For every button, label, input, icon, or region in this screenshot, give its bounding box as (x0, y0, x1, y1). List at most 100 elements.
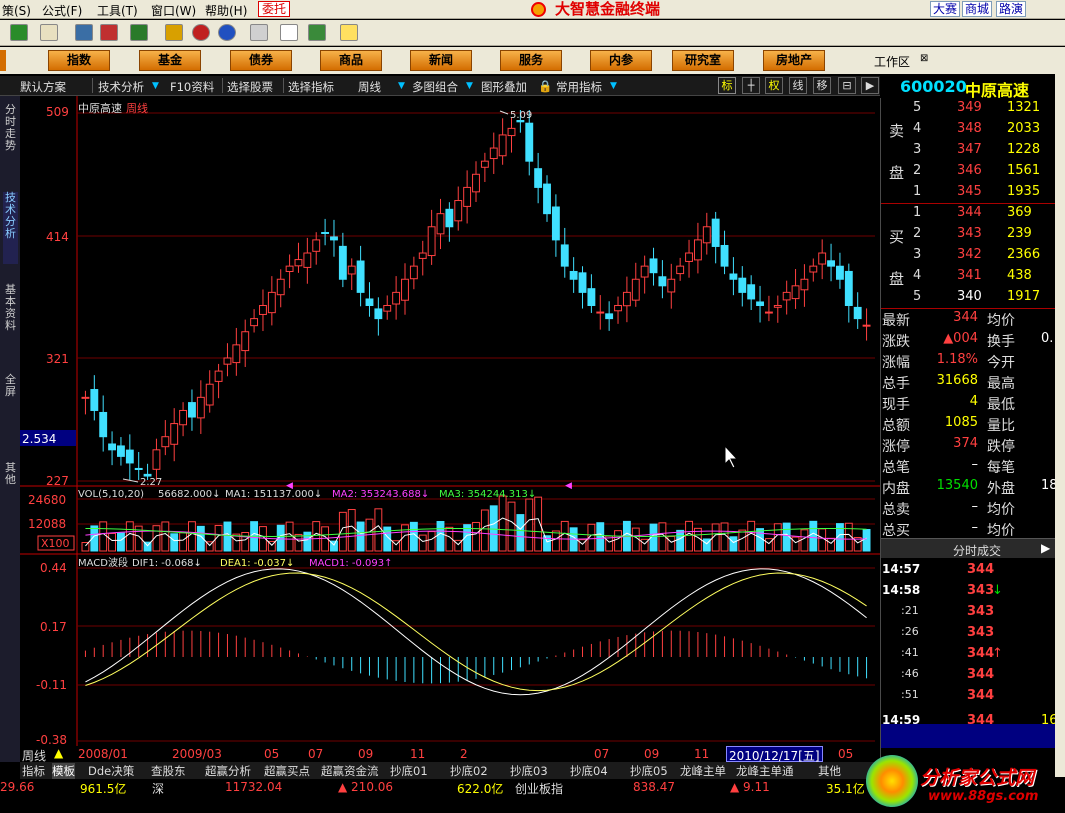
mark-button[interactable]: 标 (718, 77, 736, 94)
tab-longfeng[interactable]: 龙峰主单 (680, 763, 726, 779)
vol-title: VOL(5,10,20) (78, 489, 144, 500)
sell-price: 346 (957, 163, 982, 178)
workspace-close-icon[interactable]: ⊠ (920, 53, 928, 64)
period-up-icon[interactable]: ▲ (54, 746, 63, 760)
tab-bottom03[interactable]: 抄底03 (510, 763, 548, 779)
nav-research[interactable]: 研究室 (672, 50, 734, 71)
tab-super-fundflow[interactable]: 超赢资金流 (321, 763, 379, 779)
window-icon[interactable] (280, 24, 298, 41)
move-button[interactable]: 移 (813, 77, 831, 94)
tab-fullscreen[interactable]: 全屏 (3, 374, 18, 398)
tab-dde[interactable]: Dde决策 (88, 763, 134, 779)
red-circle-icon[interactable] (192, 24, 210, 41)
info-icon[interactable] (218, 24, 236, 41)
volume-bar (862, 529, 871, 552)
nav-bond[interactable]: 债券 (230, 50, 292, 71)
dropdown-arrow-icon[interactable]: ▼ (610, 81, 617, 91)
chart-icon[interactable] (130, 24, 148, 41)
nav-commodity[interactable]: 商品 (320, 50, 382, 71)
app-title: 大智慧金融终端 (555, 0, 661, 18)
nav-fund[interactable]: 基金 (139, 50, 201, 71)
tab-technical[interactable]: 技术分析 (3, 192, 18, 264)
dropdown-arrow-icon[interactable]: ▼ (466, 81, 473, 91)
tab-fundamentals[interactable]: 基本资料 (3, 284, 18, 332)
volume-bar (667, 535, 676, 552)
candle-body (498, 134, 507, 157)
multi-chart-menu[interactable]: 多图组合 (412, 79, 458, 95)
tab-super-buypoint[interactable]: 超赢买点 (264, 763, 310, 779)
tab-bottom04[interactable]: 抄底04 (570, 763, 608, 779)
tab-longfeng-tong[interactable]: 龙峰主单通 (736, 763, 794, 779)
vertical-scrollbar[interactable] (1055, 47, 1065, 777)
divider (283, 78, 284, 93)
mouse-cursor-icon (724, 444, 739, 469)
price-tick: 509 (46, 105, 69, 119)
ticks-expand-icon[interactable]: ▶ (1041, 541, 1050, 555)
candle-body (862, 324, 871, 327)
tab-super-analysis[interactable]: 超赢分析 (205, 763, 251, 779)
nav-service[interactable]: 服务 (500, 50, 562, 71)
kline-chart[interactable]: 中原高速 周线 509 414 321 227 2.534 5.09 2.27 … (20, 96, 880, 762)
overlay-menu[interactable]: 图形叠加 (481, 79, 527, 95)
books-icon[interactable] (308, 24, 326, 41)
menu-window[interactable]: 窗口(W) (151, 2, 196, 19)
stat-label: 总手 (882, 376, 910, 392)
tick-time: 14:58 (882, 583, 921, 597)
menu-help[interactable]: 帮助(H) (205, 2, 247, 19)
ticks-header[interactable]: 分时成交 ▶ (881, 538, 1056, 558)
binoculars-icon[interactable] (75, 24, 93, 41)
mall-button[interactable]: 商城 (962, 1, 993, 17)
tab-other-indicators[interactable]: 其他 (818, 763, 841, 779)
roadshow-button[interactable]: 路演 (996, 1, 1027, 17)
selected-tick-row[interactable] (881, 724, 1056, 748)
tab-template[interactable]: 模板 (52, 763, 75, 779)
default-scheme[interactable]: 默认方案 (20, 79, 66, 95)
select-indicator-menu[interactable]: 选择指标 (288, 79, 334, 95)
menu-tools[interactable]: 工具(T) (97, 2, 138, 19)
tab-bottom05[interactable]: 抄底05 (630, 763, 668, 779)
crosshair-icon[interactable]: ┼ (742, 77, 760, 94)
contest-button[interactable]: 大赛 (930, 1, 961, 17)
diamond-icon[interactable] (165, 24, 183, 41)
common-indicator-menu[interactable]: 常用指标 (556, 79, 602, 95)
select-stock-menu[interactable]: 选择股票 (227, 79, 273, 95)
alarm-icon[interactable] (100, 24, 118, 41)
stat-label: 均价 (987, 523, 1015, 539)
expand-right-icon[interactable]: ▶ (861, 77, 879, 94)
candle-body (214, 370, 223, 382)
nav-realestate[interactable]: 房地产 (763, 50, 825, 71)
entrust-button[interactable]: 委托 (258, 1, 291, 17)
volume-bar (179, 532, 188, 552)
rights-button[interactable]: 权 (765, 77, 783, 94)
flag-icon[interactable] (10, 24, 28, 41)
menu-strategy[interactable]: 策(S) (2, 2, 31, 19)
macd-series (84, 630, 868, 684)
tab-indicator[interactable]: 指标 (22, 763, 45, 779)
stat-value: – (971, 520, 979, 535)
nav-insider[interactable]: 内参 (590, 50, 652, 71)
tab-shareholders[interactable]: 查股东 (151, 763, 186, 779)
candle-body (365, 298, 374, 306)
panel-icon[interactable]: ⊟ (838, 77, 856, 94)
lock-icon[interactable]: 🔒 (538, 79, 552, 93)
tab-intraday[interactable]: 分时走势 (3, 104, 18, 152)
help-pointer-icon[interactable] (340, 24, 358, 41)
tab-bottom02[interactable]: 抄底02 (450, 763, 488, 779)
candle-body (809, 265, 818, 273)
nav-news[interactable]: 新闻 (410, 50, 472, 71)
vol-ma2: MA2: 353243.688↓ (332, 489, 429, 500)
tab-other[interactable]: 其他 (3, 462, 18, 486)
menu-formula[interactable]: 公式(F) (42, 2, 82, 19)
line-button[interactable]: 线 (789, 77, 807, 94)
layout-icon[interactable] (40, 24, 58, 41)
list-icon[interactable] (250, 24, 268, 41)
candle-body (117, 445, 125, 457)
dropdown-arrow-icon[interactable]: ▼ (398, 81, 405, 91)
period-select[interactable]: 周线 (358, 79, 381, 95)
tech-analysis-menu[interactable]: 技术分析 (98, 79, 144, 95)
dropdown-arrow-icon[interactable]: ▼ (152, 81, 159, 91)
tab-bottom01[interactable]: 抄底01 (390, 763, 428, 779)
f10-menu[interactable]: F10资料 (170, 79, 214, 95)
nav-index[interactable]: 指数 (48, 50, 110, 71)
workspace-label[interactable]: 工作区 (874, 53, 910, 70)
